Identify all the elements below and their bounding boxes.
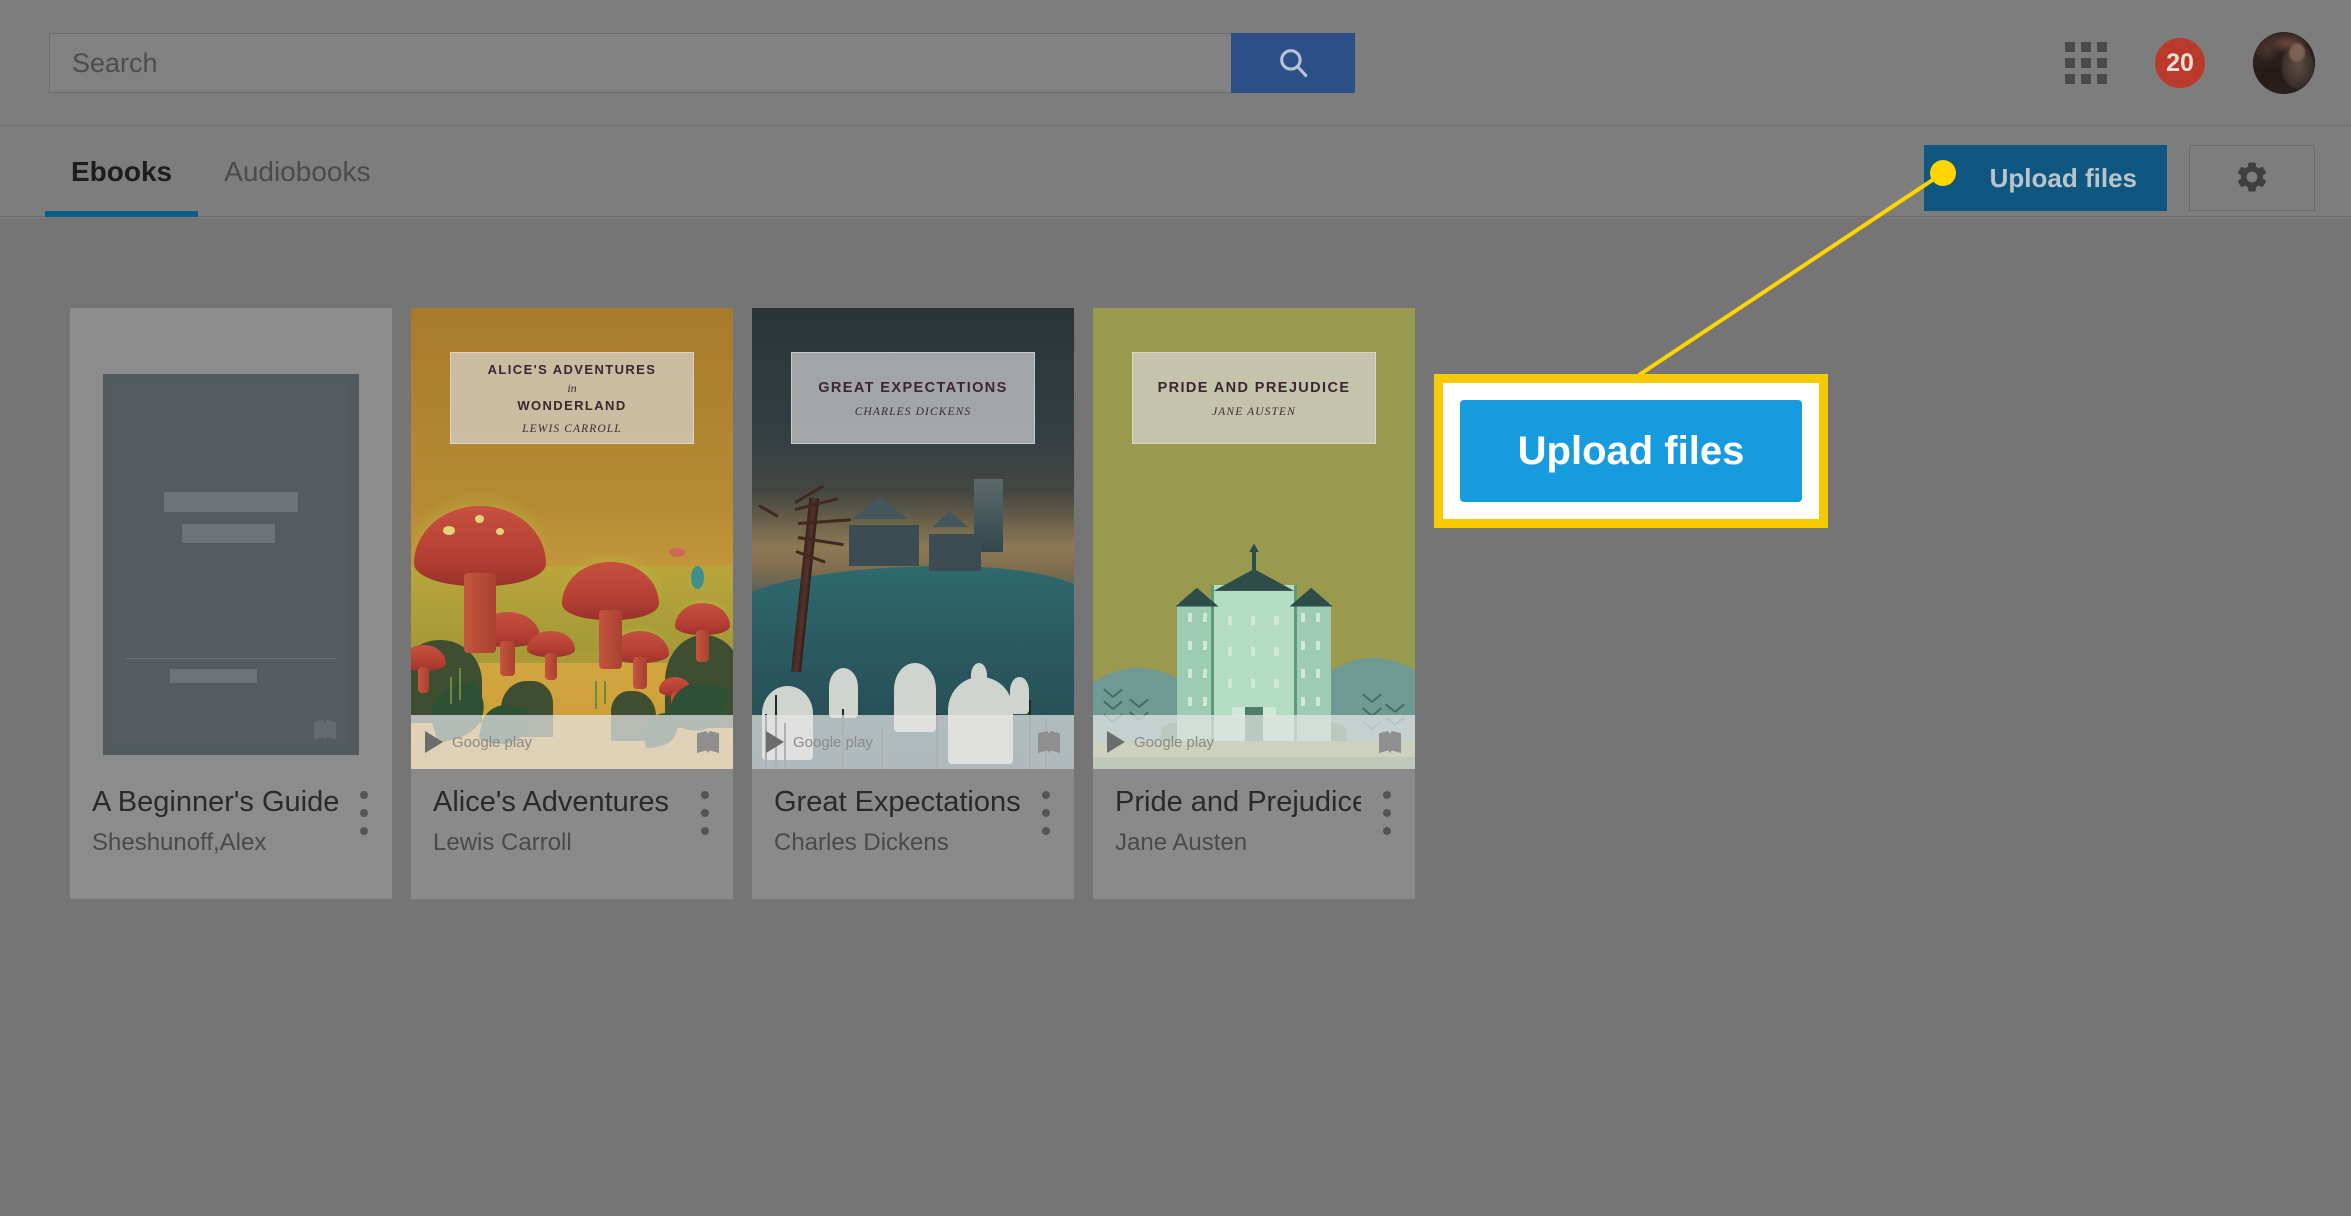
books-icon (697, 731, 719, 753)
tab-audiobooks-label: Audiobooks (224, 156, 371, 187)
cover-connector: in (567, 381, 577, 396)
book-author: Jane Austen (1115, 828, 1248, 856)
cover-title: GREAT EXPECTATIONS (818, 379, 1008, 396)
library-content: A Beginner's Guide Sheshunoff,Alex ALICE… (0, 218, 2351, 1216)
google-play-bar: Google play (752, 715, 1074, 769)
book-card[interactable]: GREAT EXPECTATIONS CHARLES DICKENS Googl… (752, 308, 1074, 899)
play-label: Google play (793, 733, 874, 751)
tab-list: Ebooks Audiobooks (45, 127, 396, 217)
cover-title: PRIDE AND PREJUDICE (1157, 379, 1351, 396)
books-icon (1379, 731, 1401, 753)
search-input[interactable] (49, 33, 1231, 93)
annotation-marker-dot (1930, 160, 1956, 186)
book-author: Sheshunoff,Alex (92, 828, 267, 856)
book-cover[interactable]: PRIDE AND PREJUDICE JANE AUSTEN Google p… (1093, 308, 1415, 769)
book-logo-icon (313, 719, 336, 740)
book-info: Great Expectations Charles Dickens (752, 769, 1074, 899)
annotation-upload-files-button[interactable]: Upload files (1460, 400, 1802, 502)
book-overflow-menu-icon[interactable] (1034, 791, 1058, 835)
book-title: Great Expectations (774, 787, 1020, 818)
book-overflow-menu-icon[interactable] (693, 791, 717, 835)
search-button[interactable] (1231, 33, 1355, 93)
top-bar: 20 (0, 0, 2351, 126)
avatar[interactable] (2253, 32, 2315, 94)
gear-icon (2234, 159, 2270, 198)
search-bar (49, 33, 1355, 93)
google-play-bar: Google play (1093, 715, 1415, 769)
tab-audiobooks[interactable]: Audiobooks (198, 127, 396, 217)
book-card[interactable]: A Beginner's Guide Sheshunoff,Alex (70, 308, 392, 899)
cover-author: LEWIS CARROLL (522, 423, 622, 436)
book-title: Alice's Adventures (433, 787, 670, 818)
book-shelf: A Beginner's Guide Sheshunoff,Alex ALICE… (70, 308, 1415, 899)
apps-grid-icon[interactable] (2065, 42, 2107, 84)
book-author: Charles Dickens (774, 828, 949, 856)
tab-ebooks[interactable]: Ebooks (45, 127, 199, 217)
google-play-bar: Google play (411, 715, 733, 769)
app-root: 20 Ebooks Audiobooks Upload files (0, 0, 2351, 1216)
notification-badge[interactable]: 20 (2155, 38, 2205, 88)
book-card[interactable]: ALICE'S ADVENTURES in WONDERLAND LEWIS C… (411, 308, 733, 899)
books-icon (1038, 731, 1060, 753)
cover-author: JANE AUSTEN (1212, 405, 1296, 418)
annotation-callout-inner: Upload files (1443, 383, 1819, 519)
book-info: A Beginner's Guide Sheshunoff,Alex (70, 769, 392, 899)
cover-title-frame: GREAT EXPECTATIONS CHARLES DICKENS (790, 351, 1036, 444)
search-icon (1276, 45, 1310, 82)
book-title: A Beginner's Guide (92, 787, 338, 818)
book-title: Pride and Prejudice (1115, 787, 1361, 818)
play-label: Google play (452, 733, 533, 751)
play-icon (425, 731, 443, 753)
book-author: Lewis Carroll (433, 828, 572, 856)
cover-title-frame: ALICE'S ADVENTURES in WONDERLAND LEWIS C… (449, 351, 695, 444)
book-overflow-menu-icon[interactable] (352, 791, 376, 835)
tab-bar: Ebooks Audiobooks Upload files (0, 127, 2351, 217)
book-info: Alice's Adventures Lewis Carroll (411, 769, 733, 899)
cover-author: CHARLES DICKENS (854, 405, 972, 418)
generic-cover-art (103, 374, 359, 755)
book-info: Pride and Prejudice Jane Austen (1093, 769, 1415, 899)
tab-bar-actions: Upload files (1923, 145, 2315, 211)
play-label: Google play (1134, 733, 1215, 751)
top-bar-right-actions: 20 (2065, 0, 2315, 126)
book-cover[interactable]: ALICE'S ADVENTURES in WONDERLAND LEWIS C… (411, 308, 733, 769)
settings-button[interactable] (2189, 145, 2315, 211)
book-cover[interactable]: GREAT EXPECTATIONS CHARLES DICKENS Googl… (752, 308, 1074, 769)
book-card[interactable]: PRIDE AND PREJUDICE JANE AUSTEN Google p… (1093, 308, 1415, 899)
cover-title-frame: PRIDE AND PREJUDICE JANE AUSTEN (1131, 351, 1377, 444)
upload-files-button[interactable]: Upload files (1923, 145, 2167, 211)
cover-title-line2: WONDERLAND (517, 398, 627, 414)
book-overflow-menu-icon[interactable] (1375, 791, 1399, 835)
tab-ebooks-label: Ebooks (71, 156, 173, 187)
play-icon (1107, 731, 1125, 753)
play-icon (766, 731, 784, 753)
annotation-callout: Upload files (1434, 374, 1828, 528)
book-cover[interactable] (70, 308, 392, 769)
cover-title: ALICE'S ADVENTURES (487, 361, 657, 377)
